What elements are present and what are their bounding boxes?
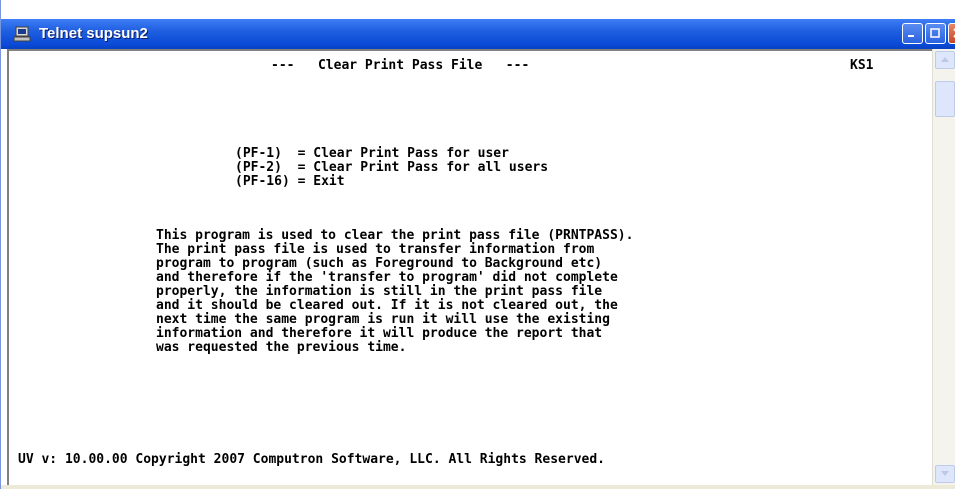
scrollbar-thumb[interactable] — [935, 81, 955, 117]
description-line: The print pass file is used to transfer … — [156, 242, 595, 257]
copyright-footer: UV v: 10.00.00 Copyright 2007 Computron … — [18, 452, 605, 467]
minimize-button[interactable] — [902, 23, 923, 44]
pf-option-1: (PF-1) = Clear Print Pass for user — [235, 146, 509, 161]
scroll-down-button[interactable] — [935, 465, 955, 483]
chevron-down-icon — [941, 471, 949, 476]
screen-title: --- Clear Print Pass File --- — [271, 58, 530, 73]
description-line: next time the same program is run it wil… — [156, 312, 610, 327]
window-bottom-border — [1, 485, 955, 489]
window-title: Telnet supsun2 — [39, 25, 148, 42]
description-line: information and therefore it will produc… — [156, 326, 603, 341]
scroll-up-button[interactable] — [935, 51, 955, 69]
description-line: This program is used to clear the print … — [156, 228, 634, 243]
telnet-terminal-icon — [13, 26, 31, 42]
description-line: properly, the information is still in th… — [156, 284, 603, 299]
telnet-window: Telnet supsun2 --- Clear Print Pass File… — [0, 0, 955, 489]
pf-option-16: (PF-16) = Exit — [235, 174, 345, 189]
terminal-screen[interactable]: --- Clear Print Pass File --- KS1 (PF-1)… — [7, 49, 932, 485]
description-line: program to program (such as Foreground t… — [156, 256, 603, 271]
title-bar[interactable]: Telnet supsun2 — [1, 19, 955, 49]
description-line: and therefore if the 'transfer to progra… — [156, 270, 618, 285]
screen-id: KS1 — [850, 58, 874, 73]
chevron-up-icon — [941, 57, 949, 62]
maximize-button[interactable] — [925, 23, 946, 44]
vertical-scrollbar[interactable] — [932, 49, 955, 485]
description-line: and it should be cleared out. If it is n… — [156, 298, 618, 313]
description-line: was requested the previous time. — [156, 340, 407, 355]
close-button[interactable] — [948, 23, 955, 44]
pf-option-2: (PF-2) = Clear Print Pass for all users — [235, 160, 549, 175]
